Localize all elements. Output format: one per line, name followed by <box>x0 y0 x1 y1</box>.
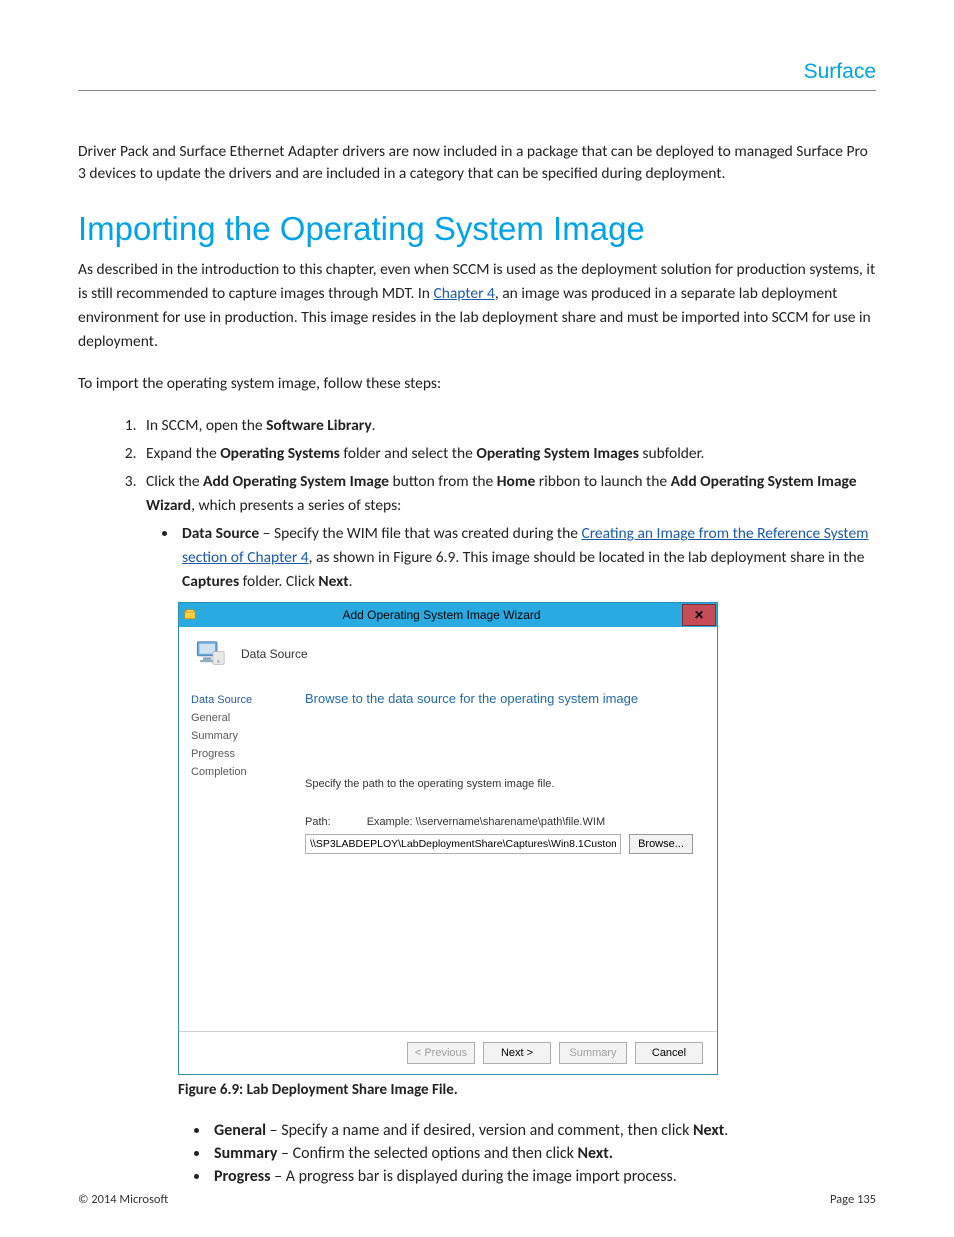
sub-bullets-bottom: General – Specify a name and if desired,… <box>210 1121 876 1186</box>
previous-button: < Previous <box>407 1042 475 1064</box>
wizard-nav-item[interactable]: Data Source <box>191 691 305 709</box>
wizard-button-bar: < Previous Next > Summary Cancel <box>179 1031 717 1074</box>
step-item: In SCCM, open the Software Library. <box>140 414 876 438</box>
text-run: In SCCM, open the <box>146 416 266 435</box>
step-item: Expand the Operating Systems folder and … <box>140 442 876 466</box>
footer-page-number: Page 135 <box>830 1192 876 1207</box>
chapter-4-link[interactable]: Chapter 4 <box>433 284 494 303</box>
steps-list: In SCCM, open the Software Library. Expa… <box>140 414 876 594</box>
wizard-content: Browse to the data source for the operat… <box>305 681 717 1031</box>
section-heading: Importing the Operating System Image <box>78 210 876 248</box>
wizard-path-row: Path: Example: \\servername\sharename\pa… <box>305 816 693 828</box>
bullet-item: Progress – A progress bar is displayed d… <box>210 1167 876 1186</box>
page-footer: © 2014 Microsoft Page 135 <box>78 1192 876 1207</box>
computer-icon <box>193 636 227 673</box>
wizard-input-row: Browse... <box>305 834 693 854</box>
brand-label: Surface <box>804 60 876 84</box>
text-run: – Specify a name and if desired, version… <box>266 1121 693 1140</box>
text-run: , which presents a series of steps: <box>191 496 401 515</box>
path-example: Example: \\servername\sharename\path\fil… <box>367 816 605 828</box>
summary-button: Summary <box>559 1042 627 1064</box>
text-run: Expand the <box>146 444 220 463</box>
bold-run: Operating Systems <box>220 444 340 463</box>
text-run: ribbon to launch the <box>535 472 670 491</box>
wizard-titlebar: Add Operating System Image Wizard ✕ <box>179 603 717 627</box>
bold-run: Summary <box>214 1144 277 1163</box>
text-run: – Specify the WIM file that was created … <box>259 524 581 543</box>
text-run: Click the <box>146 472 203 491</box>
wizard-nav-item[interactable]: Completion <box>191 763 305 781</box>
wizard-banner: Data Source <box>179 627 717 681</box>
wizard-nav: Data Source General Summary Progress Com… <box>179 681 305 1031</box>
text-run: folder. Click <box>239 572 318 591</box>
wizard-nav-item[interactable]: Summary <box>191 727 305 745</box>
bold-run: General <box>214 1121 266 1140</box>
text-run: button from the <box>389 472 497 491</box>
wizard-nav-item[interactable]: General <box>191 709 305 727</box>
text-run: subfolder. <box>639 444 704 463</box>
path-label: Path: <box>305 816 331 828</box>
intro-paragraph: Driver Pack and Surface Ethernet Adapter… <box>78 141 876 186</box>
bold-run: Software Library <box>266 416 372 435</box>
bold-run: Next <box>693 1121 724 1140</box>
close-icon[interactable]: ✕ <box>682 604 716 626</box>
footer-copyright: © 2014 Microsoft <box>78 1192 168 1207</box>
document-page: Surface Driver Pack and Surface Ethernet… <box>0 0 954 1237</box>
wizard-app-icon <box>179 609 201 621</box>
bold-run: Captures <box>182 572 239 591</box>
next-button[interactable]: Next > <box>483 1042 551 1064</box>
bold-run: Data Source <box>182 524 259 543</box>
browse-button[interactable]: Browse... <box>629 834 693 854</box>
bold-run: Progress <box>214 1167 271 1186</box>
text-run: , as shown in Figure 6.9. This image sho… <box>309 548 865 567</box>
body-paragraph-2: To import the operating system image, fo… <box>78 372 876 396</box>
wizard-content-heading: Browse to the data source for the operat… <box>305 691 693 706</box>
page-header: Surface <box>78 60 876 91</box>
path-input[interactable] <box>305 834 621 854</box>
bold-run: Add Operating System Image <box>203 472 389 491</box>
figure-caption: Figure 6.9: Lab Deployment Share Image F… <box>178 1081 876 1099</box>
text-run: . <box>372 416 376 435</box>
text-run: folder and select the <box>340 444 476 463</box>
wizard-title: Add Operating System Image Wizard <box>201 608 682 622</box>
bold-run: Home <box>497 472 536 491</box>
text-run: – Confirm the selected options and then … <box>277 1144 577 1163</box>
text-run: – A progress bar is displayed during the… <box>271 1167 677 1186</box>
cancel-button[interactable]: Cancel <box>635 1042 703 1064</box>
wizard-body: Data Source General Summary Progress Com… <box>179 681 717 1031</box>
wizard-banner-label: Data Source <box>241 647 308 661</box>
wizard-window: Add Operating System Image Wizard ✕ Data… <box>178 602 718 1075</box>
text-run: . <box>724 1121 728 1140</box>
bold-run: Operating System Images <box>476 444 639 463</box>
text-run: . <box>349 572 353 591</box>
wizard-nav-item[interactable]: Progress <box>191 745 305 763</box>
bold-run: Next. <box>578 1144 614 1163</box>
body-paragraph-1: As described in the introduction to this… <box>78 258 876 354</box>
step-item: Click the Add Operating System Image but… <box>140 470 876 594</box>
bold-run: Next <box>318 572 348 591</box>
bullet-item: General – Specify a name and if desired,… <box>210 1121 876 1140</box>
bullet-item: Data Source – Specify the WIM file that … <box>178 522 876 594</box>
sub-bullets-top: Data Source – Specify the WIM file that … <box>178 522 876 594</box>
wizard-content-instruction: Specify the path to the operating system… <box>305 778 693 790</box>
bullet-item: Summary – Confirm the selected options a… <box>210 1144 876 1163</box>
